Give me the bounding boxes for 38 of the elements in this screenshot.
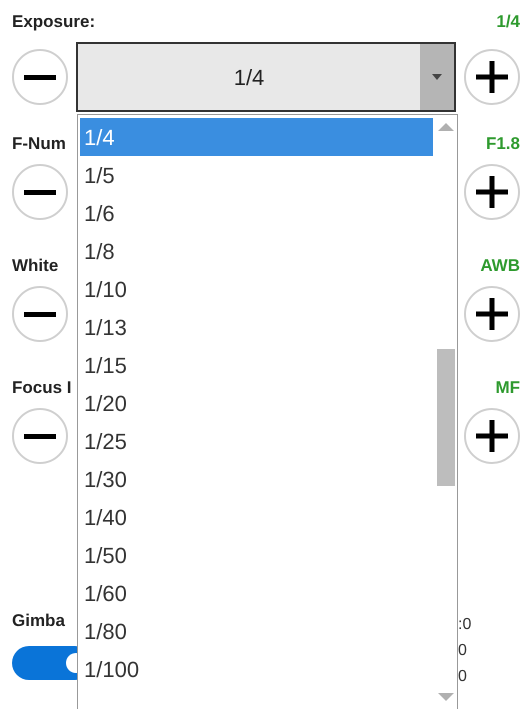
dropdown-option[interactable]: 1/25 — [80, 422, 433, 460]
setting-value: F1.8 — [486, 133, 520, 156]
setting-label: F-Num — [12, 133, 66, 156]
dropdown-option[interactable]: 1/20 — [80, 384, 433, 422]
setting-label: Exposure: — [12, 11, 96, 34]
plus-icon — [475, 175, 509, 209]
gimbal-reading: 0 — [458, 667, 467, 687]
dropdown-option[interactable]: 1/8 — [80, 232, 433, 270]
gimbal-reading: :0 — [458, 615, 472, 635]
dropdown-option[interactable]: 1/100 — [80, 650, 433, 688]
dropdown-option[interactable]: 1/80 — [80, 612, 433, 650]
dropdown-option[interactable]: 1/6 — [80, 194, 433, 232]
dropdown-option[interactable]: 1/15 — [80, 346, 433, 384]
setting-value: MF — [495, 377, 520, 400]
setting-label: Focus I — [12, 377, 72, 400]
gimbal-label: Gimba — [12, 610, 66, 632]
combo-value: 1/4 — [232, 64, 266, 92]
dropdown-option[interactable]: 1/13 — [80, 308, 433, 346]
dropdown-option[interactable]: 1/30 — [80, 460, 433, 498]
gimbal-reading: 0 — [458, 641, 467, 661]
minus-icon — [23, 312, 57, 316]
plus-icon — [475, 297, 509, 331]
dropdown-option[interactable]: 1/10 — [80, 270, 433, 308]
minus-icon — [23, 74, 57, 80]
scrollbar-thumb[interactable] — [437, 349, 455, 486]
setting-value: 1/4 — [496, 11, 520, 34]
minus-icon — [23, 434, 57, 438]
plus-icon — [475, 419, 509, 453]
minus-icon — [23, 190, 57, 194]
dropdown-option[interactable]: 1/40 — [80, 498, 433, 536]
dropdown-option[interactable]: 1/5 — [80, 156, 433, 194]
dropdown-option[interactable]: 1/60 — [80, 574, 433, 612]
setting-label: White — [12, 255, 58, 278]
caret-icon — [432, 74, 442, 80]
setting-value: AWB — [480, 255, 520, 278]
combo-box[interactable]: 1/4 — [76, 42, 456, 112]
plus-icon — [475, 60, 509, 94]
dropdown-option[interactable]: 1/50 — [80, 536, 433, 574]
